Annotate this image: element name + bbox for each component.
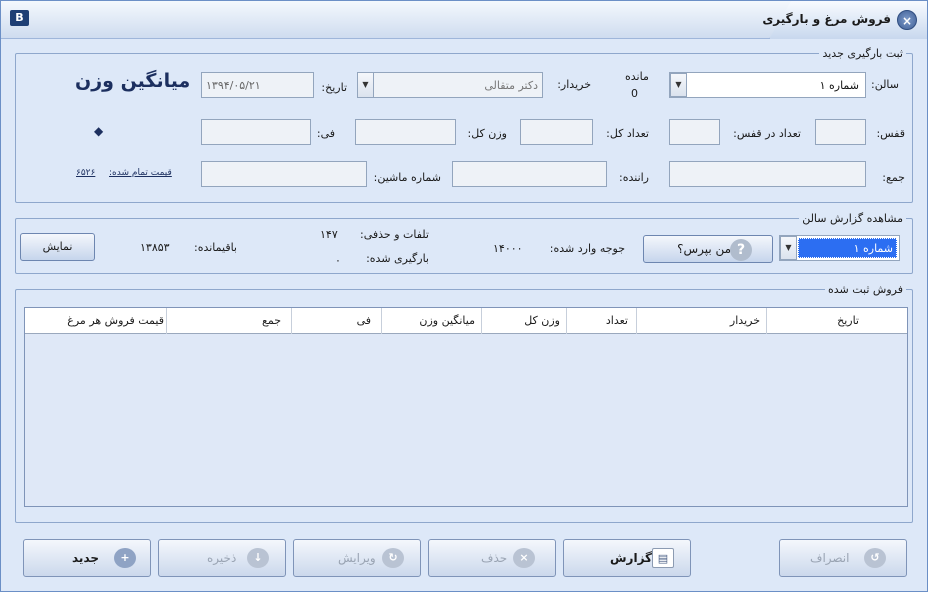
save-button[interactable]: ↓ ذخیره (158, 539, 286, 577)
delete-button[interactable]: × حذف (428, 539, 556, 577)
driver-field[interactable] (452, 161, 607, 187)
final-price-label: قیمت تمام شده: (109, 168, 172, 178)
sum-label: جمع: (882, 171, 905, 184)
show-button-label: نمایش (42, 240, 73, 253)
column-sum[interactable]: جمع (166, 308, 291, 334)
new-button[interactable]: + جدید (23, 539, 151, 577)
buyer-dropdown-icon[interactable]: ▼ (357, 72, 374, 98)
date-field-value: ۱۳۹۴/۰۵/۲۱ (206, 79, 261, 92)
new-loading-legend: ثبت بارگیری جدید (819, 47, 906, 60)
download-cloud-icon: ↓ (247, 548, 269, 568)
undo-cloud-icon: ↺ (864, 548, 886, 568)
delete-button-label: حذف (481, 551, 508, 565)
column-date[interactable]: تاریخ (766, 308, 907, 334)
window-title: فروش مرغ و بارگیری (762, 12, 891, 26)
save-button-label: ذخیره (207, 551, 237, 565)
losses-value: ۱۴۷ (320, 228, 338, 241)
edit-button-label: ویرایش (338, 551, 376, 565)
diamond-marker: ◆ (94, 124, 104, 138)
count-in-cage-field[interactable] (669, 119, 720, 145)
buyer-select[interactable]: دکتر متقالی (357, 72, 543, 98)
question-icon: ? (730, 239, 752, 261)
remaining-value: 0 (631, 87, 638, 100)
title-bar: B فروش مرغ و بارگیری × (1, 1, 927, 39)
cancel-button[interactable]: ↺ انصراف (779, 539, 907, 577)
count-in-cage-label: تعداد در قفس: (733, 127, 801, 140)
buyer-label: خریدار: (557, 78, 591, 91)
column-fee[interactable]: فی (291, 308, 381, 334)
sales-table-header: تاریخ خریدار تعداد وزن کل میانگین وزن فی… (25, 308, 907, 334)
report-document-icon: ▤ (652, 548, 674, 568)
column-total-weight[interactable]: وزن کل (481, 308, 566, 334)
salon-dropdown-icon[interactable]: ▼ (670, 73, 687, 97)
new-button-label: جدید (72, 551, 100, 565)
column-price-per-chicken[interactable]: قیمت فروش هر مرغ (25, 308, 166, 334)
remaining-count-label: باقیمانده: (193, 241, 237, 254)
date-field[interactable]: ۱۳۹۴/۰۵/۲۱ (201, 72, 314, 98)
report-salon-select-value: شماره ۱ (853, 242, 893, 255)
report-salon-dropdown-icon[interactable]: ▼ (780, 236, 797, 260)
final-price-value: ۶۵۲۶ (76, 168, 96, 178)
column-buyer[interactable]: خریدار (636, 308, 766, 334)
loaded-value: ۰ (335, 254, 341, 267)
salon-label: سالن: (871, 78, 899, 91)
edit-button[interactable]: ↻ ویرایش (293, 539, 421, 577)
losses-label: تلفات و حذفی: (360, 228, 429, 241)
chicks-in-value: ۱۴۰۰۰ (493, 242, 523, 255)
cage-label: قفس: (876, 127, 905, 140)
sales-window: B فروش مرغ و بارگیری × ثبت بارگیری جدید … (0, 0, 928, 592)
sum-field[interactable] (669, 161, 866, 187)
vehicle-number-label: شماره ماشین: (373, 171, 441, 184)
column-average-weight[interactable]: میانگین وزن (381, 308, 481, 334)
sales-table[interactable]: تاریخ خریدار تعداد وزن کل میانگین وزن فی… (24, 307, 908, 507)
report-salon-select[interactable]: شماره ۱ (779, 235, 900, 261)
driver-label: راننده: (619, 171, 649, 184)
show-button[interactable]: نمایش (20, 233, 95, 261)
ask-me-button[interactable]: از من بپرس؟ ? (643, 235, 773, 263)
total-count-field[interactable] (520, 119, 593, 145)
remaining-count-value: ۱۳۸۵۳ (140, 241, 170, 254)
total-weight-label: وزن کل: (467, 127, 507, 140)
fee-label: فی: (316, 127, 335, 140)
report-button[interactable]: ▤ گزارش (563, 539, 691, 577)
loaded-label: بارگیری شده: (366, 252, 429, 265)
salon-select-value: شماره ۱ (819, 79, 859, 92)
date-label: تاریخ: (321, 81, 347, 94)
cage-field[interactable] (815, 119, 866, 145)
delete-cloud-icon: × (513, 548, 535, 568)
total-weight-field[interactable] (355, 119, 456, 145)
close-icon[interactable]: × (897, 10, 917, 30)
plus-cloud-icon: + (114, 548, 136, 568)
fee-field[interactable] (201, 119, 311, 145)
cancel-button-label: انصراف (810, 551, 850, 565)
remaining-label: مانده (625, 70, 649, 83)
column-count[interactable]: تعداد (566, 308, 636, 334)
vehicle-number-field[interactable] (201, 161, 367, 187)
salon-report-legend: مشاهده گزارش سالن (799, 212, 906, 225)
average-weight-title: میانگین وزن (75, 70, 191, 92)
total-count-label: تعداد کل: (606, 127, 649, 140)
app-logo-icon: B (10, 10, 29, 26)
buyer-select-value: دکتر متقالی (484, 79, 538, 92)
salon-select[interactable]: شماره ۱ (669, 72, 866, 98)
chicks-in-label: جوجه وارد شده: (549, 242, 625, 255)
registered-sales-legend: فروش ثبت شده (825, 283, 906, 296)
report-button-label: گزارش (610, 551, 653, 565)
refresh-cloud-icon: ↻ (382, 548, 404, 568)
